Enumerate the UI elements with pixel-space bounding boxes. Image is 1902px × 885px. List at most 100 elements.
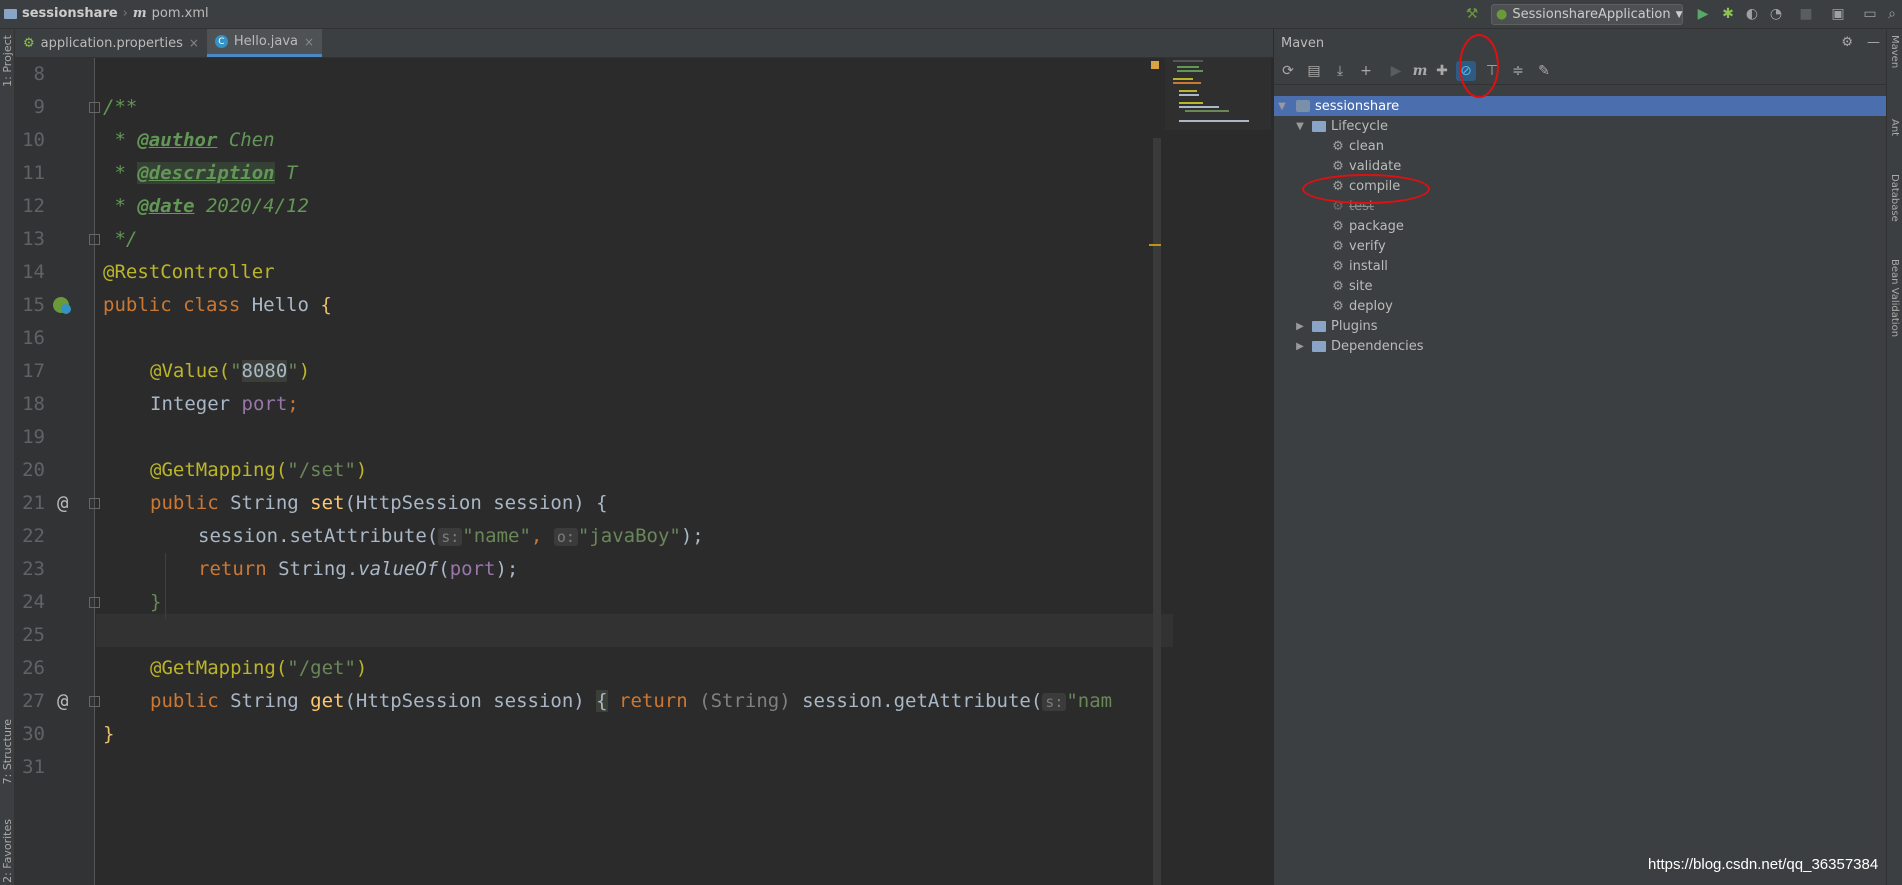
tree-item-phase-validate[interactable]: ⚙ validate bbox=[1274, 156, 1887, 176]
request-mapping-icon[interactable]: @ bbox=[57, 685, 68, 718]
inspection-status-icon[interactable] bbox=[1151, 61, 1159, 69]
tree-item-phase-verify[interactable]: ⚙ verify bbox=[1274, 236, 1887, 256]
code-line-9: /** bbox=[103, 96, 138, 118]
line-number: 19 bbox=[22, 426, 45, 448]
tree-item-label: Plugins bbox=[1331, 318, 1378, 334]
folded-region: { bbox=[596, 690, 608, 712]
breadcrumb-file[interactable]: pom.xml bbox=[152, 6, 209, 21]
tool-window-structure[interactable]: 7: Structure bbox=[1, 719, 14, 784]
gear-icon: ⚙ bbox=[1332, 298, 1344, 314]
left-tool-strip: 1: Project 7: Structure 2: Favorites bbox=[0, 29, 15, 885]
close-icon[interactable]: × bbox=[304, 35, 314, 49]
maven-goal-icon[interactable]: m bbox=[1410, 61, 1430, 81]
tool-window-database[interactable]: Database bbox=[1889, 174, 1900, 222]
fold-marker-icon[interactable] bbox=[89, 234, 100, 245]
expand-arrow-icon[interactable]: ▼ bbox=[1276, 101, 1288, 112]
tool-window-project[interactable]: 1: Project bbox=[1, 35, 14, 87]
close-icon[interactable]: × bbox=[189, 36, 199, 50]
tree-item-phase-site[interactable]: ⚙ site bbox=[1274, 276, 1887, 296]
lifecycle-folder-icon bbox=[1312, 120, 1326, 132]
code-line-12: * @date 2020/4/12 bbox=[103, 195, 309, 217]
expand-arrow-icon[interactable]: ▼ bbox=[1294, 121, 1306, 132]
coverage-icon[interactable]: ◐ bbox=[1744, 6, 1760, 22]
line-number: 9 bbox=[33, 96, 45, 118]
tab-application-properties[interactable]: ⚙ application.properties × bbox=[15, 29, 207, 57]
toggle-offline-icon[interactable]: ✚ bbox=[1432, 61, 1452, 81]
tree-item-phase-deploy[interactable]: ⚙ deploy bbox=[1274, 296, 1887, 316]
tool-window-maven[interactable]: Maven bbox=[1889, 35, 1900, 68]
tree-item-phase-install[interactable]: ⚙ install bbox=[1274, 256, 1887, 276]
tree-item-phase-clean[interactable]: ⚙ clean bbox=[1274, 136, 1887, 156]
parameter-hint: s: bbox=[438, 528, 463, 546]
debug-bug-icon[interactable]: ✱ bbox=[1720, 6, 1736, 22]
line-number: 12 bbox=[22, 195, 45, 217]
maven-title: Maven bbox=[1281, 35, 1325, 51]
generate-sources-icon[interactable]: ▤ bbox=[1304, 61, 1324, 81]
stop-icon[interactable]: ■ bbox=[1798, 6, 1814, 22]
collapsed-arrow-icon[interactable]: ▶ bbox=[1294, 321, 1306, 332]
line-number: 31 bbox=[22, 756, 45, 778]
error-stripe-marker[interactable] bbox=[1149, 244, 1161, 246]
code-line-11: * @description T bbox=[103, 162, 298, 184]
tree-item-project[interactable]: ▼ sessionshare bbox=[1274, 96, 1887, 116]
tree-item-plugins[interactable]: ▶ Plugins bbox=[1274, 316, 1887, 336]
reload-icon[interactable]: ⟳ bbox=[1278, 61, 1298, 81]
tree-item-lifecycle[interactable]: ▼ Lifecycle bbox=[1274, 116, 1887, 136]
collapse-all-icon[interactable]: ≑ bbox=[1508, 61, 1528, 81]
tool-window-ant[interactable]: Ant bbox=[1889, 119, 1900, 136]
parameter-hint: o: bbox=[553, 528, 578, 546]
collapsed-arrow-icon[interactable]: ▶ bbox=[1294, 341, 1306, 352]
fold-marker-icon[interactable] bbox=[89, 696, 100, 707]
line-number: 30 bbox=[22, 723, 45, 745]
watermark-text: https://blog.csdn.net/qq_36357384 bbox=[1648, 856, 1879, 873]
line-number: 27 bbox=[22, 690, 45, 712]
editor-tab-bar: ⚙ application.properties × C Hello.java … bbox=[15, 29, 1273, 58]
fold-marker-icon[interactable] bbox=[89, 597, 100, 608]
build-hammer-icon[interactable]: ⚒ bbox=[1464, 6, 1480, 22]
tab-hello-java[interactable]: C Hello.java × bbox=[206, 29, 323, 57]
line-number: 24 bbox=[22, 591, 45, 613]
fold-marker-icon[interactable] bbox=[89, 102, 100, 113]
tree-item-label: sessionshare bbox=[1315, 98, 1400, 114]
tool-window-favorites[interactable]: 2: Favorites bbox=[1, 819, 14, 883]
editor-scrollbar[interactable] bbox=[1153, 138, 1161, 885]
code-editor[interactable]: 8 9 10 11 12 13 14 15 16 17 18 19 20 21 … bbox=[15, 58, 1273, 885]
java-class-icon: C bbox=[214, 35, 228, 48]
add-icon[interactable]: + bbox=[1356, 61, 1376, 81]
tree-item-dependencies[interactable]: ▶ Dependencies bbox=[1274, 336, 1887, 356]
gear-icon[interactable]: ⚙ bbox=[1841, 35, 1853, 50]
request-mapping-icon[interactable]: @ bbox=[57, 487, 68, 520]
line-number: 21 bbox=[22, 492, 45, 514]
gear-icon: ⚙ bbox=[1332, 158, 1344, 174]
tab-label: Hello.java bbox=[233, 34, 298, 49]
run-configuration-select[interactable]: ● SessionshareApplication ▼ bbox=[1491, 4, 1683, 25]
download-icon[interactable]: ⤓ bbox=[1330, 61, 1350, 81]
line-number: 13 bbox=[22, 228, 45, 250]
line-number: 23 bbox=[22, 558, 45, 580]
tree-item-phase-package[interactable]: ⚙ package bbox=[1274, 216, 1887, 236]
code-line-26: @GetMapping("/get") bbox=[150, 657, 368, 679]
line-number: 18 bbox=[22, 393, 45, 415]
maven-toolbar: ⟳ ▤ ⤓ + ▶ m ✚ ⊘ ⊤ ≑ ✎ bbox=[1274, 57, 1886, 85]
settings-wrench-icon[interactable]: ✎ bbox=[1534, 61, 1554, 81]
breadcrumb-project[interactable]: sessionshare bbox=[22, 6, 118, 21]
profile-icon[interactable]: ◔ bbox=[1768, 6, 1784, 22]
search-icon[interactable]: ⌕ bbox=[1884, 6, 1900, 22]
line-number: 14 bbox=[22, 261, 45, 283]
annotation-circle bbox=[1302, 174, 1430, 204]
line-number: 8 bbox=[33, 63, 45, 85]
tree-item-label: Lifecycle bbox=[1331, 118, 1389, 134]
project-structure-icon[interactable]: ▣ bbox=[1830, 6, 1846, 22]
code-line-21: public String set(HttpSession session) { bbox=[150, 492, 608, 514]
right-tool-strip: Maven Ant Database Bean Validation bbox=[1886, 29, 1902, 885]
hide-panel-icon[interactable]: — bbox=[1867, 35, 1880, 50]
run-icon[interactable]: ▶ bbox=[1386, 61, 1406, 81]
terminal-window-icon[interactable]: ▭ bbox=[1862, 6, 1878, 22]
spring-bean-icon[interactable] bbox=[51, 294, 73, 316]
project-folder-icon bbox=[4, 8, 17, 19]
code-minimap[interactable] bbox=[1165, 58, 1271, 130]
run-icon[interactable]: ▶ bbox=[1695, 6, 1711, 22]
tool-window-bean-validation[interactable]: Bean Validation bbox=[1889, 259, 1900, 337]
line-number: 22 bbox=[22, 525, 45, 547]
fold-marker-icon[interactable] bbox=[89, 498, 100, 509]
